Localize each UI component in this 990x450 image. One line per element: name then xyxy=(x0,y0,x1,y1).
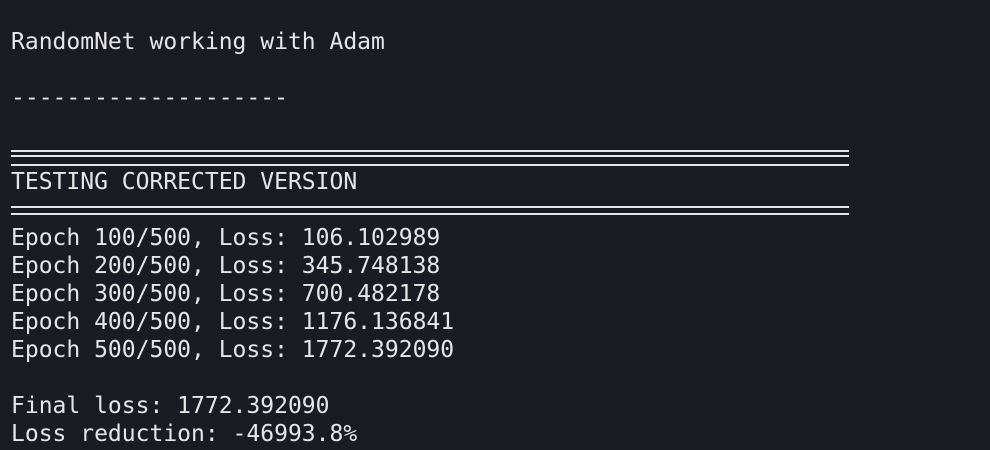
header-line: RandomNet working with Adam xyxy=(11,29,385,55)
banner-title: TESTING CORRECTED VERSION xyxy=(11,169,358,195)
dash-separator: -------------------- xyxy=(11,85,288,111)
epoch-line: Epoch 400/500, Loss: 1176.136841 xyxy=(11,309,455,335)
banner-bottom-rule-1 xyxy=(11,206,849,208)
banner-top-rule-2 xyxy=(11,155,849,157)
banner-top-rule-3 xyxy=(11,164,849,166)
epoch-line: Epoch 200/500, Loss: 345.748138 xyxy=(11,253,441,279)
terminal-output: RandomNet working with Adam ------------… xyxy=(0,0,990,450)
banner-bottom-rule-2 xyxy=(11,213,849,215)
loss-reduction-line: Loss reduction: -46993.8% xyxy=(11,421,358,447)
final-loss-line: Final loss: 1772.392090 xyxy=(11,393,330,419)
banner-top-rule-1 xyxy=(11,150,849,152)
epoch-line: Epoch 500/500, Loss: 1772.392090 xyxy=(11,337,455,363)
epoch-line: Epoch 100/500, Loss: 106.102989 xyxy=(11,225,441,251)
epoch-line: Epoch 300/500, Loss: 700.482178 xyxy=(11,281,441,307)
